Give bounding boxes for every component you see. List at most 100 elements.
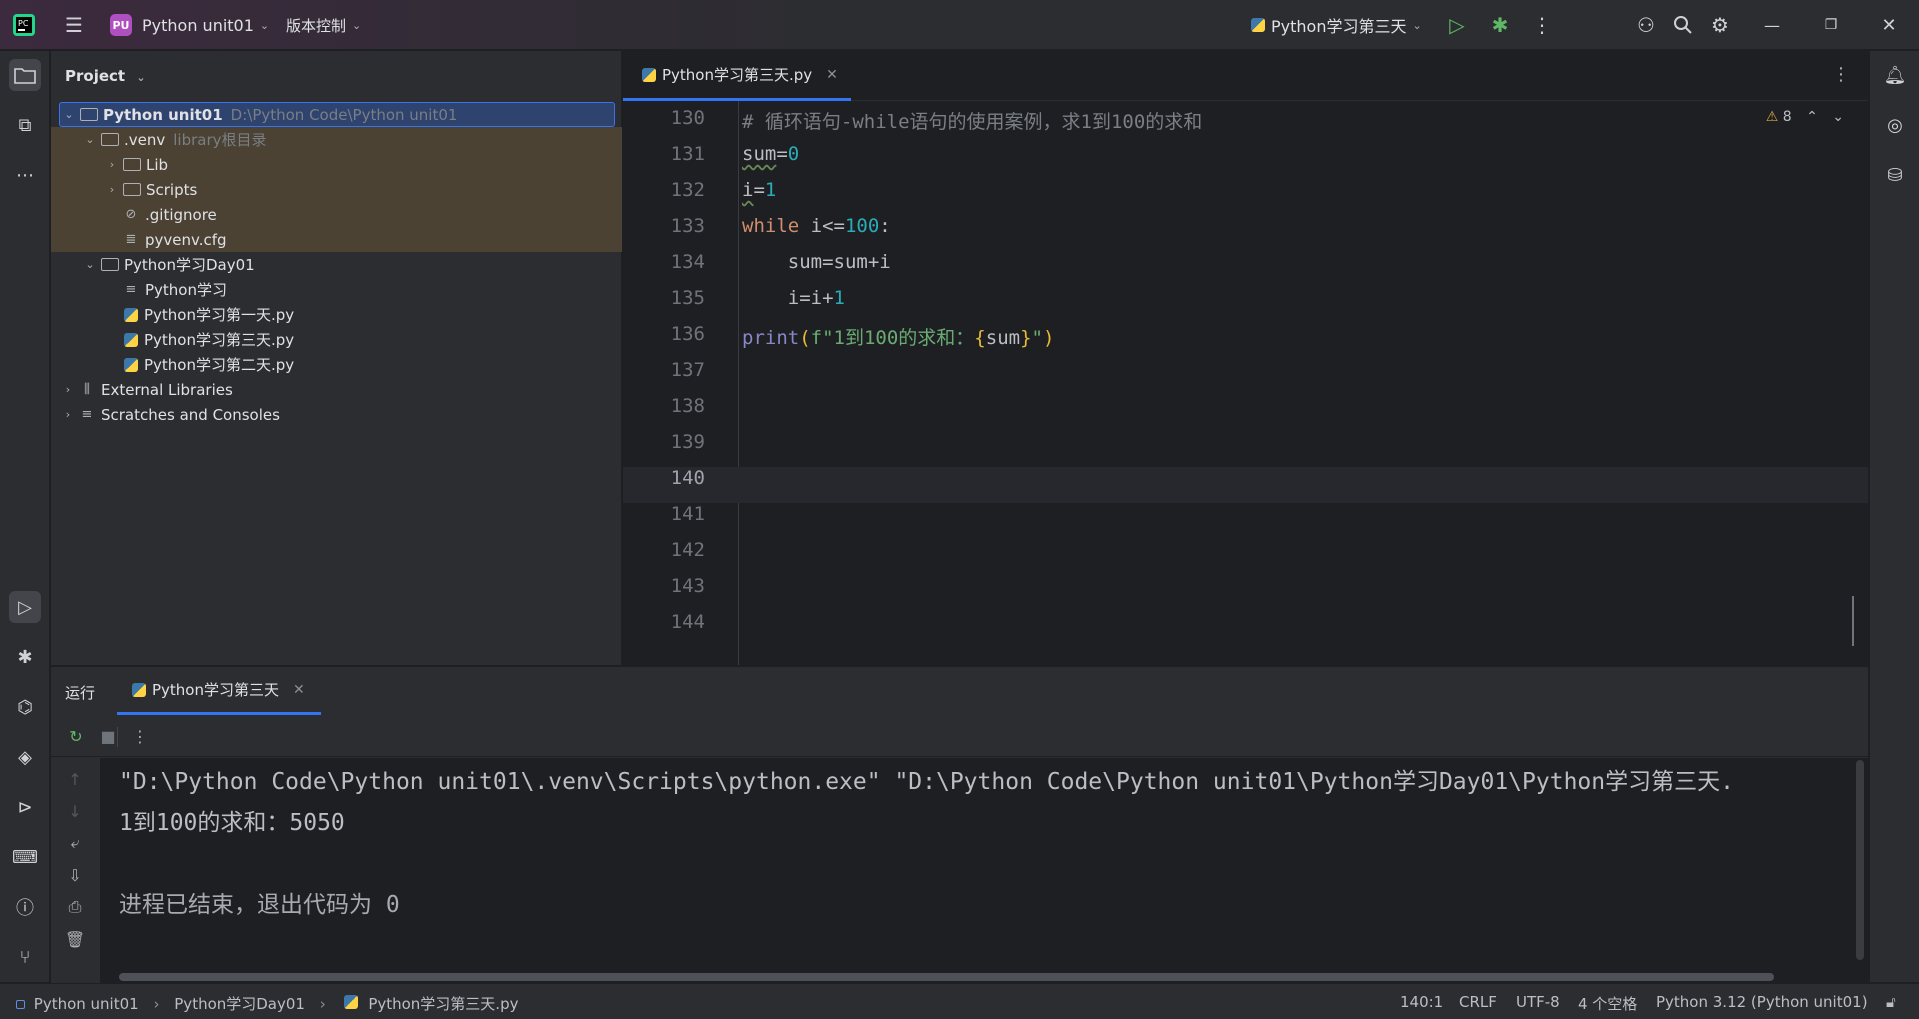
console-vertical-scrollbar[interactable] bbox=[1856, 760, 1864, 960]
run-config-selector[interactable]: Python学习第三天 ⌄ bbox=[1248, 0, 1422, 50]
caret-position[interactable]: 140:1 bbox=[1400, 993, 1443, 1011]
arrow-down-icon[interactable]: ↓ bbox=[64, 800, 86, 822]
tree-item-label: Python unit01 bbox=[103, 105, 223, 124]
vcs-menu[interactable]: 版本控制 ⌄ bbox=[286, 0, 361, 50]
tab-options-icon[interactable]: ⋮ bbox=[1832, 64, 1850, 85]
code-line: 131 sum=0 bbox=[623, 143, 1868, 179]
scroll-to-end-icon[interactable]: ⇩ bbox=[64, 864, 86, 886]
tree-item-day1-py[interactable]: Python学习第一天.py bbox=[59, 302, 615, 327]
editor-tab[interactable]: Python学习第三天.py ✕ bbox=[623, 51, 851, 101]
python-file-icon bbox=[124, 332, 138, 347]
tree-item-python-study[interactable]: ≡ Python学习 bbox=[59, 277, 615, 302]
code-line: 130 # 循环语句-while语句的使用案例，求1到100的求和 bbox=[623, 107, 1868, 143]
project-panel-title: Project bbox=[65, 67, 126, 85]
chevron-down-icon[interactable]: ⌄ bbox=[60, 108, 78, 121]
code-comment: # 循环语句-while语句的使用案例，求1到100的求和 bbox=[742, 111, 1203, 133]
chevron-right-icon: › bbox=[319, 995, 326, 1013]
tree-item-lib[interactable]: › Lib bbox=[51, 152, 622, 177]
search-icon[interactable] bbox=[1669, 0, 1697, 50]
trash-icon[interactable]: 🗑︎ bbox=[64, 928, 86, 950]
debug-icon[interactable]: ✱ bbox=[1486, 0, 1514, 50]
layers-icon[interactable]: ◈ bbox=[9, 741, 41, 773]
pycharm-logo-icon[interactable]: PC bbox=[12, 0, 38, 50]
notifications-bell-icon[interactable]: 🔔︎ bbox=[1879, 59, 1911, 91]
line-number: 139 bbox=[670, 431, 705, 453]
tree-item-label: Python学习第一天.py bbox=[144, 306, 295, 324]
problems-icon[interactable]: ⓘ bbox=[9, 891, 41, 923]
chevron-right-icon[interactable]: › bbox=[103, 183, 121, 196]
settings-gear-icon[interactable]: ⚙ bbox=[1706, 0, 1734, 50]
tree-item-scratches[interactable]: › ≡ Scratches and Consoles bbox=[59, 402, 615, 427]
code-line: 132 i=1 bbox=[623, 179, 1868, 215]
run-tab[interactable]: Python学习第三天 ✕ bbox=[117, 667, 321, 715]
code-line: 144 bbox=[623, 611, 1868, 647]
line-number: 134 bbox=[670, 251, 705, 273]
code-line: 139 bbox=[623, 431, 1868, 467]
editor-scrollbar[interactable] bbox=[1852, 596, 1866, 646]
chevron-down-icon[interactable]: ⌄ bbox=[81, 258, 99, 271]
run-icon[interactable]: ▷ bbox=[1443, 0, 1471, 50]
interpreter-selector[interactable]: Python 3.12 (Python unit01) bbox=[1656, 993, 1868, 1011]
structure-icon[interactable]: ⧉ bbox=[9, 109, 41, 141]
more-actions-icon[interactable]: ⋮ bbox=[1528, 0, 1556, 50]
line-number: 137 bbox=[670, 359, 705, 381]
toolbar-divider bbox=[117, 727, 118, 747]
git-icon[interactable]: ⑂ bbox=[9, 941, 41, 973]
tree-item-scripts[interactable]: › Scripts bbox=[51, 177, 622, 202]
console-horizontal-scrollbar[interactable] bbox=[119, 973, 1774, 981]
indent-setting[interactable]: 4 个空格 bbox=[1578, 993, 1637, 1014]
project-view-selector[interactable]: Project ⌄ bbox=[65, 67, 146, 85]
more-tools-icon[interactable]: ⋯ bbox=[9, 159, 41, 191]
debug-tool-icon[interactable]: ✱ bbox=[9, 641, 41, 673]
add-user-icon[interactable]: ⚇ bbox=[1632, 0, 1660, 50]
tree-item-project-root[interactable]: ⌄ Python unit01 D:\Python Code\Python un… bbox=[59, 102, 615, 127]
tree-item-venv[interactable]: ⌄ .venv library根目录 bbox=[51, 127, 622, 152]
arrow-up-icon[interactable]: ↑ bbox=[64, 768, 86, 790]
lock-icon[interactable]: 🔓︎ bbox=[1886, 993, 1896, 1011]
python-console-icon[interactable]: ⌬ bbox=[9, 691, 41, 723]
close-tab-icon[interactable]: ✕ bbox=[293, 682, 305, 698]
close-icon[interactable]: ✕ bbox=[1875, 0, 1903, 50]
ai-assistant-icon[interactable]: ◎ bbox=[1879, 109, 1911, 141]
line-separator[interactable]: CRLF bbox=[1459, 993, 1497, 1011]
database-icon[interactable]: ⛁ bbox=[1879, 159, 1911, 191]
line-number: 144 bbox=[670, 611, 705, 633]
close-tab-icon[interactable]: ✕ bbox=[826, 67, 838, 83]
stop-icon[interactable]: ■ bbox=[97, 725, 119, 747]
project-badge: PU bbox=[110, 14, 132, 36]
chevron-right-icon[interactable]: › bbox=[59, 408, 77, 421]
services-icon[interactable]: ⊳ bbox=[9, 791, 41, 823]
tree-item-day2-py[interactable]: Python学习第二天.py bbox=[59, 352, 615, 377]
minimize-icon[interactable]: — bbox=[1758, 0, 1786, 50]
restore-icon[interactable]: ❐ bbox=[1817, 0, 1845, 50]
python-file-icon bbox=[124, 307, 138, 322]
tree-item-label: Python学习Day01 bbox=[124, 256, 255, 274]
terminal-icon[interactable]: ⌨ bbox=[9, 841, 41, 873]
breadcrumb-item[interactable]: Python学习第三天.py bbox=[368, 995, 518, 1013]
project-switcher[interactable]: Python unit01 ⌄ bbox=[142, 0, 269, 50]
tree-item-label: Python学习第三天.py bbox=[144, 331, 295, 349]
tree-item-gitignore[interactable]: ⊘ .gitignore bbox=[51, 202, 622, 227]
rerun-icon[interactable]: ↻ bbox=[65, 725, 87, 747]
breadcrumb-item[interactable]: Python学习Day01 bbox=[174, 995, 305, 1013]
code-text: print(f"1到100的求和：{sum}") bbox=[742, 327, 1055, 349]
chevron-down-icon[interactable]: ⌄ bbox=[81, 133, 99, 146]
tree-item-external-libraries[interactable]: › ⫼ External Libraries bbox=[59, 377, 615, 402]
chevron-right-icon[interactable]: › bbox=[59, 383, 77, 396]
run-tool-icon[interactable]: ▷ bbox=[9, 591, 41, 623]
tree-item-day01-folder[interactable]: ⌄ Python学习Day01 bbox=[59, 252, 615, 277]
more-actions-icon[interactable]: ⋮ bbox=[129, 725, 151, 747]
file-encoding[interactable]: UTF-8 bbox=[1516, 993, 1560, 1011]
code-line: 133 while i<=100: bbox=[623, 215, 1868, 251]
print-icon[interactable]: ⎙ bbox=[64, 896, 86, 918]
chevron-right-icon[interactable]: › bbox=[103, 158, 121, 171]
project-folder-icon[interactable] bbox=[9, 59, 41, 91]
soft-wrap-icon[interactable]: ⤶ bbox=[64, 832, 86, 854]
main-menu-icon[interactable]: ☰ bbox=[60, 0, 88, 50]
code-editor[interactable]: Python学习第三天.py ✕ ⋮ ⚠ 8 ⌃ ⌄ 130 # 循环语句-wh… bbox=[623, 51, 1868, 665]
python-icon bbox=[1251, 18, 1265, 32]
console-output[interactable]: "D:\Python Code\Python unit01\.venv\Scri… bbox=[101, 758, 1868, 983]
tree-item-pyvenv[interactable]: ≣ pyvenv.cfg bbox=[51, 227, 622, 252]
breadcrumb-item[interactable]: Python unit01 bbox=[34, 995, 139, 1013]
tree-item-day3-py[interactable]: Python学习第三天.py bbox=[59, 327, 615, 352]
